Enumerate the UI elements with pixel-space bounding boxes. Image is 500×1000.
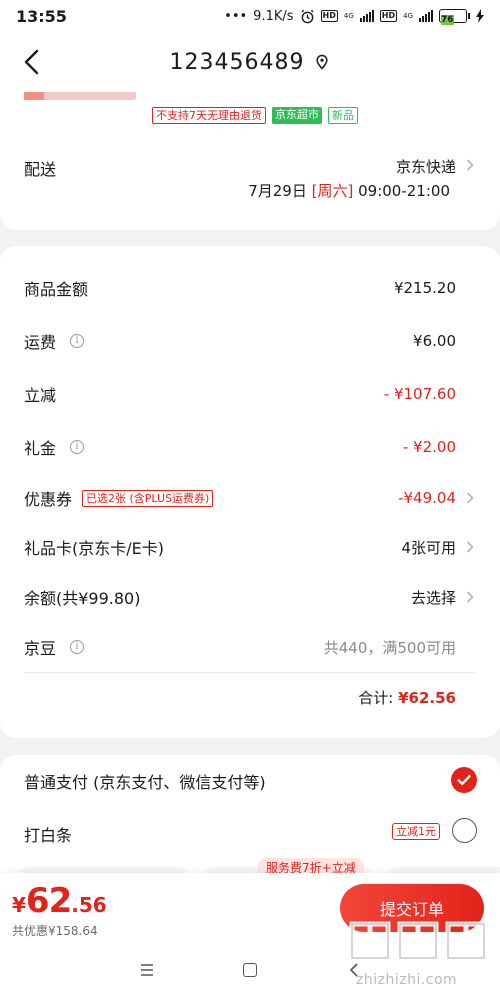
promo-strip [24,92,136,100]
delivery-weekday: [周六] [311,182,354,200]
normal-payment-radio[interactable] [451,767,477,793]
status-dots: ••• [224,8,248,24]
coupon-row[interactable]: 优惠券 已选2张 (含PLUS运费券) -¥49.04 [24,483,500,513]
pay-amount: ¥62.56 [12,881,107,921]
gift-money-label: 礼金 [24,439,57,458]
goods-amount-value: ¥215.20 [393,279,456,297]
coupon-label: 优惠券 [24,490,73,509]
signal-icon-1 [359,10,374,22]
status-bar: 13:55 ••• 9.1K/s HD 4G HD 4G 76 [0,0,500,32]
total-value: ¥62.56 [398,689,456,707]
watermark-text: zhizhizhi.com [356,972,458,988]
charging-icon [476,9,484,23]
gift-card-value: 4张可用 [401,538,456,557]
network-type-2: 4G [403,11,413,20]
total-saved: 共优惠¥158.64 [12,924,98,938]
discount-row: 立减 - ¥107.60 [24,379,500,409]
chevron-right-icon[interactable] [466,540,474,554]
total-label: 合计: [358,689,394,707]
info-icon[interactable]: i [70,334,85,348]
chevron-right-icon[interactable] [466,590,474,604]
status-right: ••• 9.1K/s HD 4G HD 4G 76 [224,8,484,25]
balance-label: 余额(共¥99.80) [24,589,141,608]
balance-row[interactable]: 余额(共¥99.80) 去选择 [24,582,500,612]
chevron-right-icon[interactable] [466,158,474,172]
goods-amount-label: 商品金额 [24,280,89,299]
jd-beans-value: 共440，满500可用 [323,638,456,657]
delivery-time[interactable]: 7月29日 [周六] 09:00-21:00 [248,180,450,201]
gift-money-row: 礼金 i - ¥2.00 [24,432,500,462]
order-total: 合计: ¥62.56 [358,687,456,708]
new-product-tag: 新品 [328,107,358,124]
watermark-logo [349,921,487,961]
battery-icon: 76 [439,9,470,25]
gift-card-row[interactable]: 礼品卡(京东卡/E卡) 4张可用 [24,532,500,562]
menu-icon[interactable] [140,963,154,977]
info-icon[interactable]: i [70,640,85,654]
divider [24,672,476,673]
no-return-tag: 不支持7天无理由退货 [152,107,266,124]
discount-label: 立减 [24,386,57,405]
battery-level: 76 [441,15,454,25]
goods-amount-row: 商品金额 ¥215.20 [24,273,500,303]
shipping-label: 配送 [24,160,57,179]
product-tags: 不支持7天无理由退货 京东超市 新品 [152,107,358,124]
chevron-right-icon[interactable] [466,491,474,505]
coupon-value: -¥49.04 [398,489,456,507]
freight-value: ¥6.00 [413,332,456,350]
check-icon [457,775,471,785]
currency-symbol: ¥ [12,893,26,917]
balance-value: 去选择 [410,588,456,607]
home-icon[interactable] [243,963,257,977]
shipping-card: 不支持7天无理由退货 京东超市 新品 配送 京东快递 7月29日 [周六] 09… [0,92,500,230]
normal-payment-label[interactable]: 普通支付 (京东支付、微信支付等) [24,769,266,793]
shipping-method[interactable]: 京东快递 [396,156,456,177]
payment-card: 普通支付 (京东支付、微信支付等) 打白条 立减1元 服务费7折+立减 [0,755,500,885]
gift-card-label: 礼品卡(京东卡/E卡) [24,539,164,558]
signal-icon-2 [419,10,433,22]
delivery-window: 09:00-21:00 [358,182,450,200]
hd-badge-1: HD [320,10,338,22]
network-speed: 9.1K/s [253,8,294,24]
price-integer: 62 [25,881,72,921]
status-time: 13:55 [16,6,67,26]
freight-label: 运费 [24,333,57,352]
hd-badge-2: HD [379,10,398,22]
coupon-selected-tag: 已选2张 (含PLUS运费券) [82,489,214,507]
baitiao-radio[interactable] [452,818,477,843]
baitiao-discount-tag: 立减1元 [392,823,440,840]
network-type-1: 4G [343,11,354,20]
discount-value: - ¥107.60 [383,385,456,403]
price-decimal: .56 [71,893,107,917]
jd-supermarket-tag: 京东超市 [272,107,322,124]
jd-beans-label: 京豆 [24,639,57,658]
amounts-card: 商品金额 ¥215.20 运费 i ¥6.00 立减 - ¥107.60 礼金 i … [0,246,500,738]
page-title: 123456489 [169,49,305,75]
info-icon[interactable]: i [70,440,85,454]
alarm-icon [300,9,314,23]
page-header: 123456489 [0,32,500,92]
jd-beans-row: 京豆 i 共440，满500可用 [24,632,500,662]
chevron-left-icon[interactable] [20,48,46,76]
delivery-date: 7月29日 [248,182,307,200]
baitiao-label[interactable]: 打白条 [24,822,72,846]
freight-row: 运费 i ¥6.00 [24,326,500,356]
location-pin-icon[interactable] [314,54,330,70]
gift-money-value: - ¥2.00 [402,438,456,456]
